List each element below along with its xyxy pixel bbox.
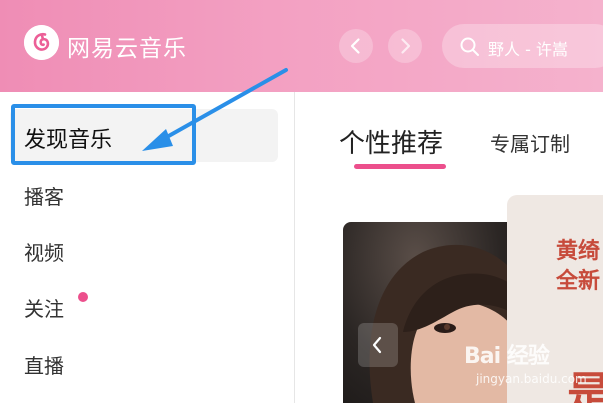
- watermark-brand: Bai 经验: [464, 344, 550, 369]
- chevron-left-icon: [372, 336, 382, 354]
- search-icon: [460, 37, 479, 56]
- back-button[interactable]: [339, 29, 373, 63]
- banner-prev-button[interactable]: [358, 323, 398, 367]
- search-input[interactable]: 野人 - 许嵩: [442, 24, 603, 68]
- netease-music-logo-icon[interactable]: [24, 25, 59, 60]
- banner-text-line-2: 全新: [556, 269, 601, 294]
- banner-text-line-1: 黄绮: [556, 239, 601, 264]
- chevron-left-icon: [350, 38, 360, 54]
- sidebar-item-video[interactable]: 视频: [24, 237, 64, 266]
- annotation-highlight-box: [11, 104, 196, 165]
- sidebar-item-follow[interactable]: 关注: [24, 293, 64, 322]
- sidebar-item-podcast[interactable]: 播客: [24, 181, 64, 210]
- notification-dot: [78, 292, 88, 302]
- tab-personal-recommend[interactable]: 个性推荐: [339, 123, 443, 160]
- baidu-jingyan-watermark: Bai 经验 jingyan.baidu.com: [464, 338, 594, 398]
- top-bar: 网易云音乐 野人 - 许嵩: [0, 0, 603, 92]
- sidebar-item-live[interactable]: 直播: [24, 350, 64, 379]
- search-placeholder: 野人 - 许嵩: [488, 40, 568, 59]
- chevron-right-icon: [401, 38, 411, 54]
- active-tab-indicator: [354, 164, 446, 169]
- tab-custom-made[interactable]: 专属订制: [490, 128, 570, 157]
- forward-button[interactable]: [388, 29, 422, 63]
- watermark-url: jingyan.baidu.com: [476, 372, 587, 386]
- app-title: 网易云音乐: [67, 36, 187, 62]
